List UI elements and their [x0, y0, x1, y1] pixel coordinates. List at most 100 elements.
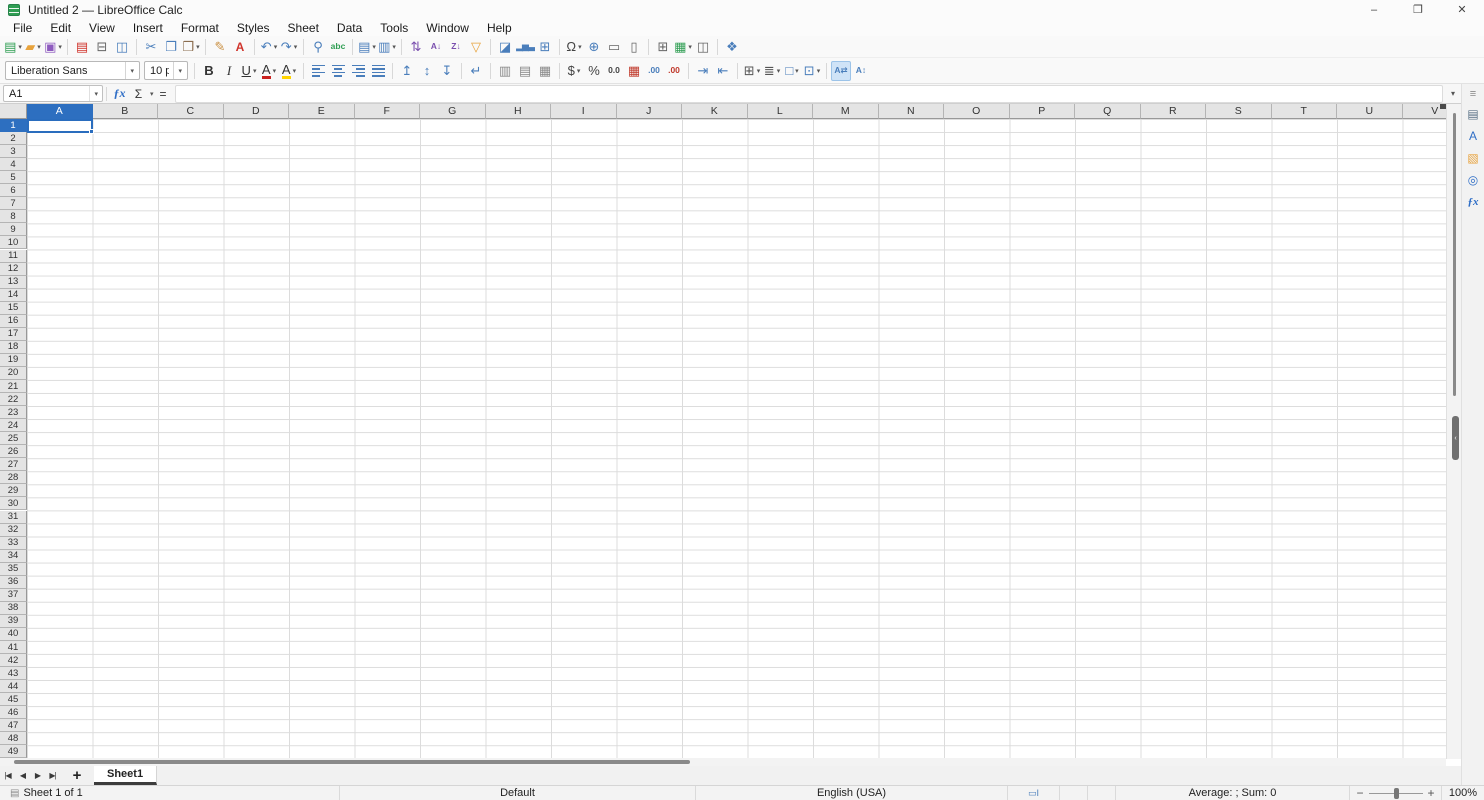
name-box[interactable]: A1 ▾ [3, 85, 103, 102]
row-header-9[interactable]: 9 [0, 223, 27, 236]
column-header-F[interactable]: F [355, 104, 421, 119]
menu-insert[interactable]: Insert [124, 20, 172, 36]
restore-button[interactable]: ❐ [1396, 0, 1440, 19]
align-left-button[interactable] [308, 61, 328, 81]
merge-cells-button[interactable]: ▤ [515, 61, 535, 81]
column-header-J[interactable]: J [617, 104, 683, 119]
first-sheet-button[interactable]: |◀ [0, 766, 15, 785]
font-name-dropdown-icon[interactable]: ▾ [125, 62, 138, 79]
selection-mode[interactable]: ▭I [1008, 786, 1060, 800]
define-print-area-button[interactable]: ⊞ [653, 37, 673, 57]
menu-styles[interactable]: Styles [228, 20, 279, 36]
paste-button[interactable]: ❒▾ [181, 37, 201, 57]
borders-button[interactable]: ⊞▾ [742, 61, 762, 81]
row-header-39[interactable]: 39 [0, 615, 27, 628]
row-header-30[interactable]: 30 [0, 497, 27, 510]
headers-and-footers-button[interactable]: ▯ [624, 37, 644, 57]
cut-button[interactable]: ✂ [141, 37, 161, 57]
menu-data[interactable]: Data [328, 20, 371, 36]
row-header-34[interactable]: 34 [0, 550, 27, 563]
underline-dropdown-icon[interactable]: ▾ [253, 67, 257, 75]
insert-chart-button[interactable]: ▂▅▃ [515, 37, 535, 57]
row-header-14[interactable]: 14 [0, 289, 27, 302]
conditional-formatting-dropdown-icon[interactable]: ▾ [817, 67, 821, 75]
row-header-37[interactable]: 37 [0, 589, 27, 602]
row-header-5[interactable]: 5 [0, 171, 27, 184]
zoom-out-button[interactable]: − [1356, 786, 1363, 800]
column-header-B[interactable]: B [93, 104, 159, 119]
row-header-46[interactable]: 46 [0, 706, 27, 719]
minimize-button[interactable]: – [1352, 0, 1396, 19]
row-header-36[interactable]: 36 [0, 576, 27, 589]
row-header-16[interactable]: 16 [0, 315, 27, 328]
font-color-dropdown-icon[interactable]: ▾ [273, 67, 277, 75]
column-header-R[interactable]: R [1141, 104, 1207, 119]
sheet-tab-sheet1[interactable]: Sheet1 [94, 766, 157, 785]
show-draw-functions-button[interactable]: ❖ [722, 37, 742, 57]
zoom-slider[interactable] [1369, 793, 1423, 794]
insert-special-character-button[interactable]: Ω▾ [564, 37, 584, 57]
format-as-currency-dropdown-icon[interactable]: ▾ [577, 67, 581, 75]
row-header-21[interactable]: 21 [0, 380, 27, 393]
copy-button[interactable]: ❐ [161, 37, 181, 57]
row-header-45[interactable]: 45 [0, 693, 27, 706]
column-header-T[interactable]: T [1272, 104, 1338, 119]
select-function-button[interactable]: Σ [129, 85, 148, 103]
insert-special-character-dropdown-icon[interactable]: ▾ [578, 43, 582, 51]
insert-comment-button[interactable]: ▭ [604, 37, 624, 57]
insert-columns-button[interactable]: ▥▾ [377, 37, 397, 57]
text-direction-left-to-right-button[interactable]: A⇄ [831, 61, 851, 81]
row-header-48[interactable]: 48 [0, 732, 27, 745]
column-header-O[interactable]: O [944, 104, 1010, 119]
column-header-U[interactable]: U [1337, 104, 1403, 119]
conditional-formatting-button[interactable]: ⊡▾ [802, 61, 822, 81]
row-header-18[interactable]: 18 [0, 341, 27, 354]
clear-formatting-button[interactable]: A [230, 37, 250, 57]
column-header-L[interactable]: L [748, 104, 814, 119]
format-as-currency-button[interactable]: $▾ [564, 61, 584, 81]
row-header-47[interactable]: 47 [0, 719, 27, 732]
font-size-combo[interactable]: 10 pt▾ [144, 61, 188, 80]
row-header-6[interactable]: 6 [0, 184, 27, 197]
formula-button[interactable]: = [154, 85, 173, 103]
sidebar-tab-gallery[interactable]: ▧ [1462, 148, 1484, 168]
row-header-3[interactable]: 3 [0, 145, 27, 158]
row-header-49[interactable]: 49 [0, 745, 27, 758]
cell-stats[interactable]: Average: ; Sum: 0 [1116, 786, 1350, 800]
menu-format[interactable]: Format [172, 20, 228, 36]
undo-dropdown-icon[interactable]: ▾ [274, 43, 278, 51]
select-all-corner[interactable] [0, 104, 27, 119]
align-bottom-button[interactable]: ↧ [437, 61, 457, 81]
sort-button[interactable]: ⇅ [406, 37, 426, 57]
cell-area[interactable] [27, 119, 1446, 759]
expand-formula-bar-icon[interactable]: ▾ [1445, 89, 1461, 98]
fill-handle[interactable] [89, 129, 94, 134]
paste-dropdown-icon[interactable]: ▾ [196, 43, 200, 51]
print-button[interactable]: ⊟ [92, 37, 112, 57]
row-header-28[interactable]: 28 [0, 471, 27, 484]
menu-sheet[interactable]: Sheet [279, 20, 328, 36]
row-header-25[interactable]: 25 [0, 432, 27, 445]
clone-formatting-button[interactable]: ✎ [210, 37, 230, 57]
decrease-indent-button[interactable]: ⇤ [713, 61, 733, 81]
borders-dropdown-icon[interactable]: ▾ [757, 67, 761, 75]
menu-file[interactable]: File [4, 20, 41, 36]
text-language[interactable]: English (USA) [696, 786, 1008, 800]
column-header-C[interactable]: C [158, 104, 224, 119]
merge-and-center-cells-button[interactable]: ▥ [495, 61, 515, 81]
row-header-40[interactable]: 40 [0, 628, 27, 641]
row-header-26[interactable]: 26 [0, 445, 27, 458]
row-header-43[interactable]: 43 [0, 667, 27, 680]
row-header-19[interactable]: 19 [0, 354, 27, 367]
undo-button[interactable]: ↶▾ [259, 37, 279, 57]
row-header-44[interactable]: 44 [0, 680, 27, 693]
increase-indent-button[interactable]: ⇥ [693, 61, 713, 81]
formula-input[interactable] [175, 85, 1443, 103]
row-header-24[interactable]: 24 [0, 419, 27, 432]
row-header-23[interactable]: 23 [0, 406, 27, 419]
spelling-button[interactable]: abc [328, 37, 348, 57]
freeze-rows-and-columns-button[interactable]: ▦▾ [673, 37, 693, 57]
delete-decimal-place-button[interactable]: .00 [664, 61, 684, 81]
insert-columns-dropdown-icon[interactable]: ▾ [392, 43, 396, 51]
print-preview-button[interactable]: ◫ [112, 37, 132, 57]
